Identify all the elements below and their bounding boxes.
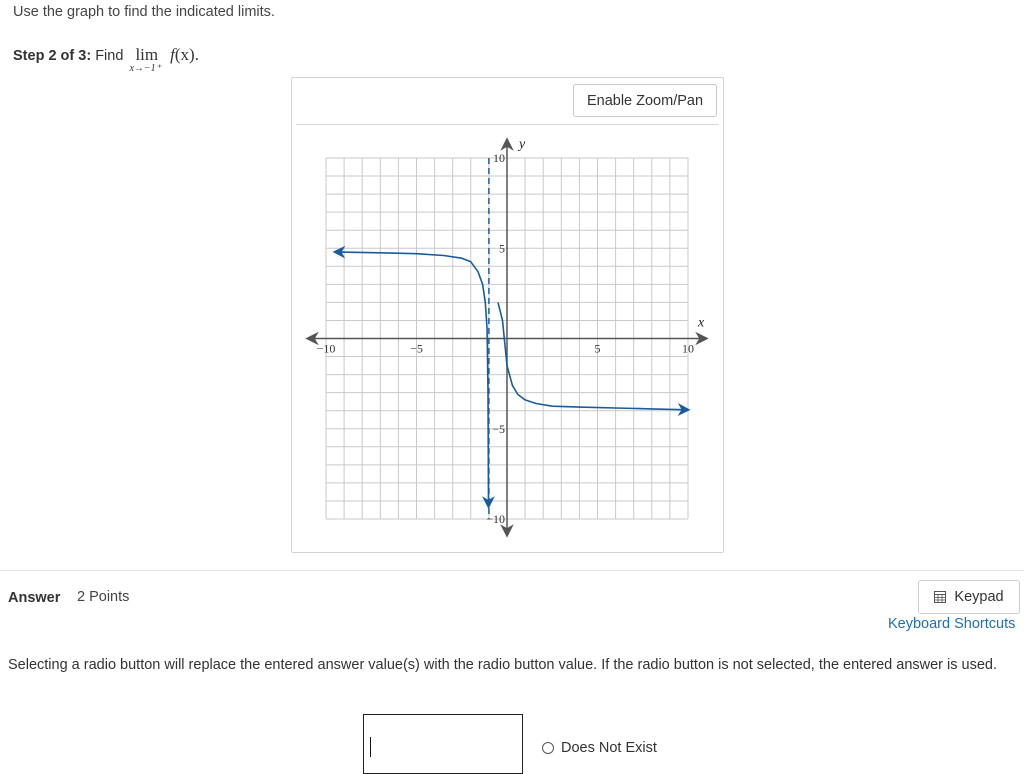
keypad-icon <box>934 591 947 603</box>
keypad-button[interactable]: Keypad <box>918 580 1020 614</box>
answer-input-field[interactable] <box>363 714 523 774</box>
does-not-exist-option[interactable]: Does Not Exist <box>542 740 657 756</box>
keypad-label: Keypad <box>954 589 1004 605</box>
keyboard-shortcuts-link[interactable]: Keyboard Shortcuts <box>888 616 1015 632</box>
lim-word: lim <box>135 45 159 64</box>
graph-panel: Enable Zoom/Pan <box>291 77 724 553</box>
answer-label: Answer <box>8 590 61 606</box>
step-prompt: Step 2 of 3: Find lim x→−1⁺ f(x). <box>13 45 199 74</box>
text-caret <box>370 737 371 757</box>
section-divider <box>0 570 1024 571</box>
radio-button[interactable] <box>542 742 554 754</box>
enable-zoom-pan-button[interactable]: Enable Zoom/Pan <box>573 84 717 117</box>
function-expression: f(x). <box>170 45 199 64</box>
lim-subscript: x→−1⁺ <box>129 63 161 74</box>
function-argument: (x). <box>174 45 199 64</box>
points-label: 2 Points <box>77 589 130 605</box>
step-label: Step 2 of 3: <box>13 48 92 64</box>
instructions-text: Use the graph to find the indicated limi… <box>13 4 275 20</box>
graph-toolbar-divider <box>296 124 719 125</box>
limit-expression: lim x→−1⁺ <box>129 45 160 74</box>
radio-option-label: Does Not Exist <box>561 740 657 756</box>
find-word: Find <box>95 48 124 64</box>
radio-instruction-note: Selecting a radio button will replace th… <box>8 657 998 673</box>
